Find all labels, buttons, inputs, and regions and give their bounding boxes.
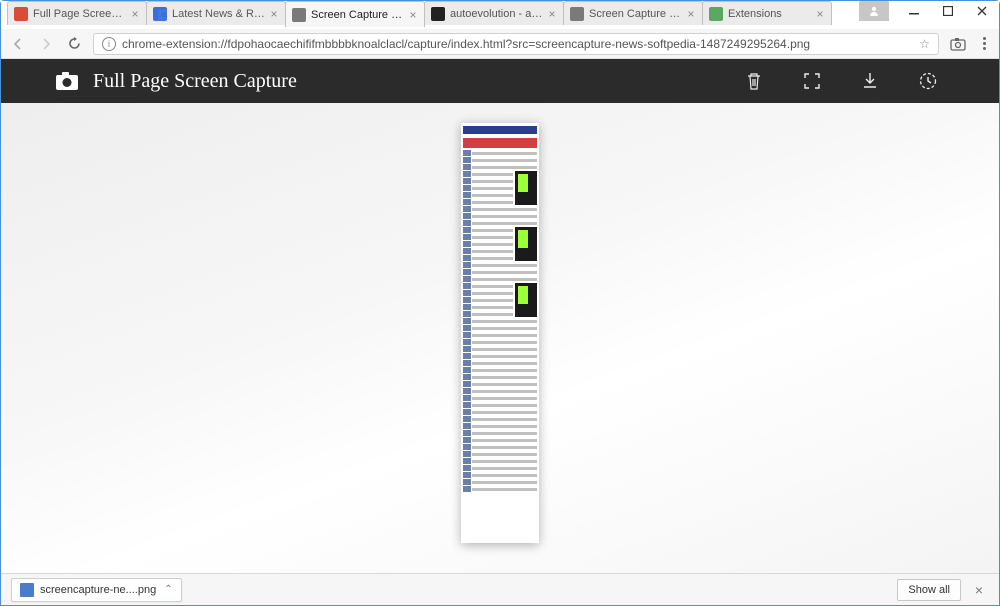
extension-header: Full Page Screen Capture SOFTPEDIA <box>1 59 999 103</box>
url-text: chrome-extension://fdpohaocaechififmbbbb… <box>122 37 915 51</box>
captured-page-thumbnail[interactable] <box>461 123 539 543</box>
file-icon <box>20 583 34 597</box>
window-controls <box>897 1 999 21</box>
tab-5[interactable]: Extensions × <box>702 1 832 25</box>
address-bar: i chrome-extension://fdpohaocaechififmbb… <box>1 29 999 59</box>
tab-label: Screen Capture Result <box>311 9 404 21</box>
back-button[interactable] <box>9 35 27 53</box>
favicon <box>570 7 584 21</box>
forward-button[interactable] <box>37 35 55 53</box>
history-button[interactable] <box>917 70 939 92</box>
tab-4[interactable]: Screen Capture Result × <box>563 1 703 25</box>
reload-button[interactable] <box>65 35 83 53</box>
extension-camera-icon[interactable] <box>949 35 967 53</box>
watermark-text: SOFTPEDIA <box>121 5 265 31</box>
favicon <box>431 7 445 21</box>
close-icon[interactable]: × <box>408 10 418 20</box>
close-downloads-button[interactable]: × <box>969 582 989 598</box>
person-icon <box>868 5 880 17</box>
profile-button[interactable] <box>859 1 889 21</box>
favicon <box>14 7 28 21</box>
tab-3[interactable]: autoevolution - autom × <box>424 1 564 25</box>
close-icon[interactable]: × <box>269 9 279 19</box>
app-title: Full Page Screen Capture <box>93 70 297 93</box>
header-actions <box>743 70 939 92</box>
tab-label: autoevolution - autom <box>450 8 543 20</box>
show-all-button[interactable]: Show all <box>897 579 961 601</box>
maximize-button[interactable] <box>931 1 965 21</box>
download-filename: screencapture-ne....png <box>40 584 156 596</box>
download-button[interactable] <box>859 70 881 92</box>
chevron-up-icon[interactable]: ⌃ <box>164 584 172 595</box>
close-button[interactable] <box>965 1 999 21</box>
tab-label: Screen Capture Result <box>589 8 682 20</box>
tab-2-active[interactable]: Screen Capture Result × <box>285 1 425 27</box>
close-icon[interactable]: × <box>547 9 557 19</box>
omnibox[interactable]: i chrome-extension://fdpohaocaechififmbb… <box>93 33 939 55</box>
tab-label: Extensions <box>728 8 811 20</box>
bookmark-star-icon[interactable]: ☆ <box>919 37 930 51</box>
capture-viewport <box>1 103 999 573</box>
browser-menu-button[interactable] <box>977 37 991 50</box>
fullscreen-button[interactable] <box>801 70 823 92</box>
downloads-bar: screencapture-ne....png ⌃ Show all × <box>1 573 999 605</box>
close-icon[interactable]: × <box>815 9 825 19</box>
delete-button[interactable] <box>743 70 765 92</box>
camera-logo-icon <box>55 71 79 91</box>
favicon <box>292 8 306 22</box>
download-item[interactable]: screencapture-ne....png ⌃ <box>11 578 182 602</box>
minimize-button[interactable] <box>897 1 931 21</box>
browser-window: Full Page Screen Captu × Latest News & R… <box>0 0 1000 606</box>
site-info-icon[interactable]: i <box>102 37 116 51</box>
close-icon[interactable]: × <box>686 9 696 19</box>
tab-label: Full Page Screen Captu <box>33 8 126 20</box>
favicon <box>709 7 723 21</box>
